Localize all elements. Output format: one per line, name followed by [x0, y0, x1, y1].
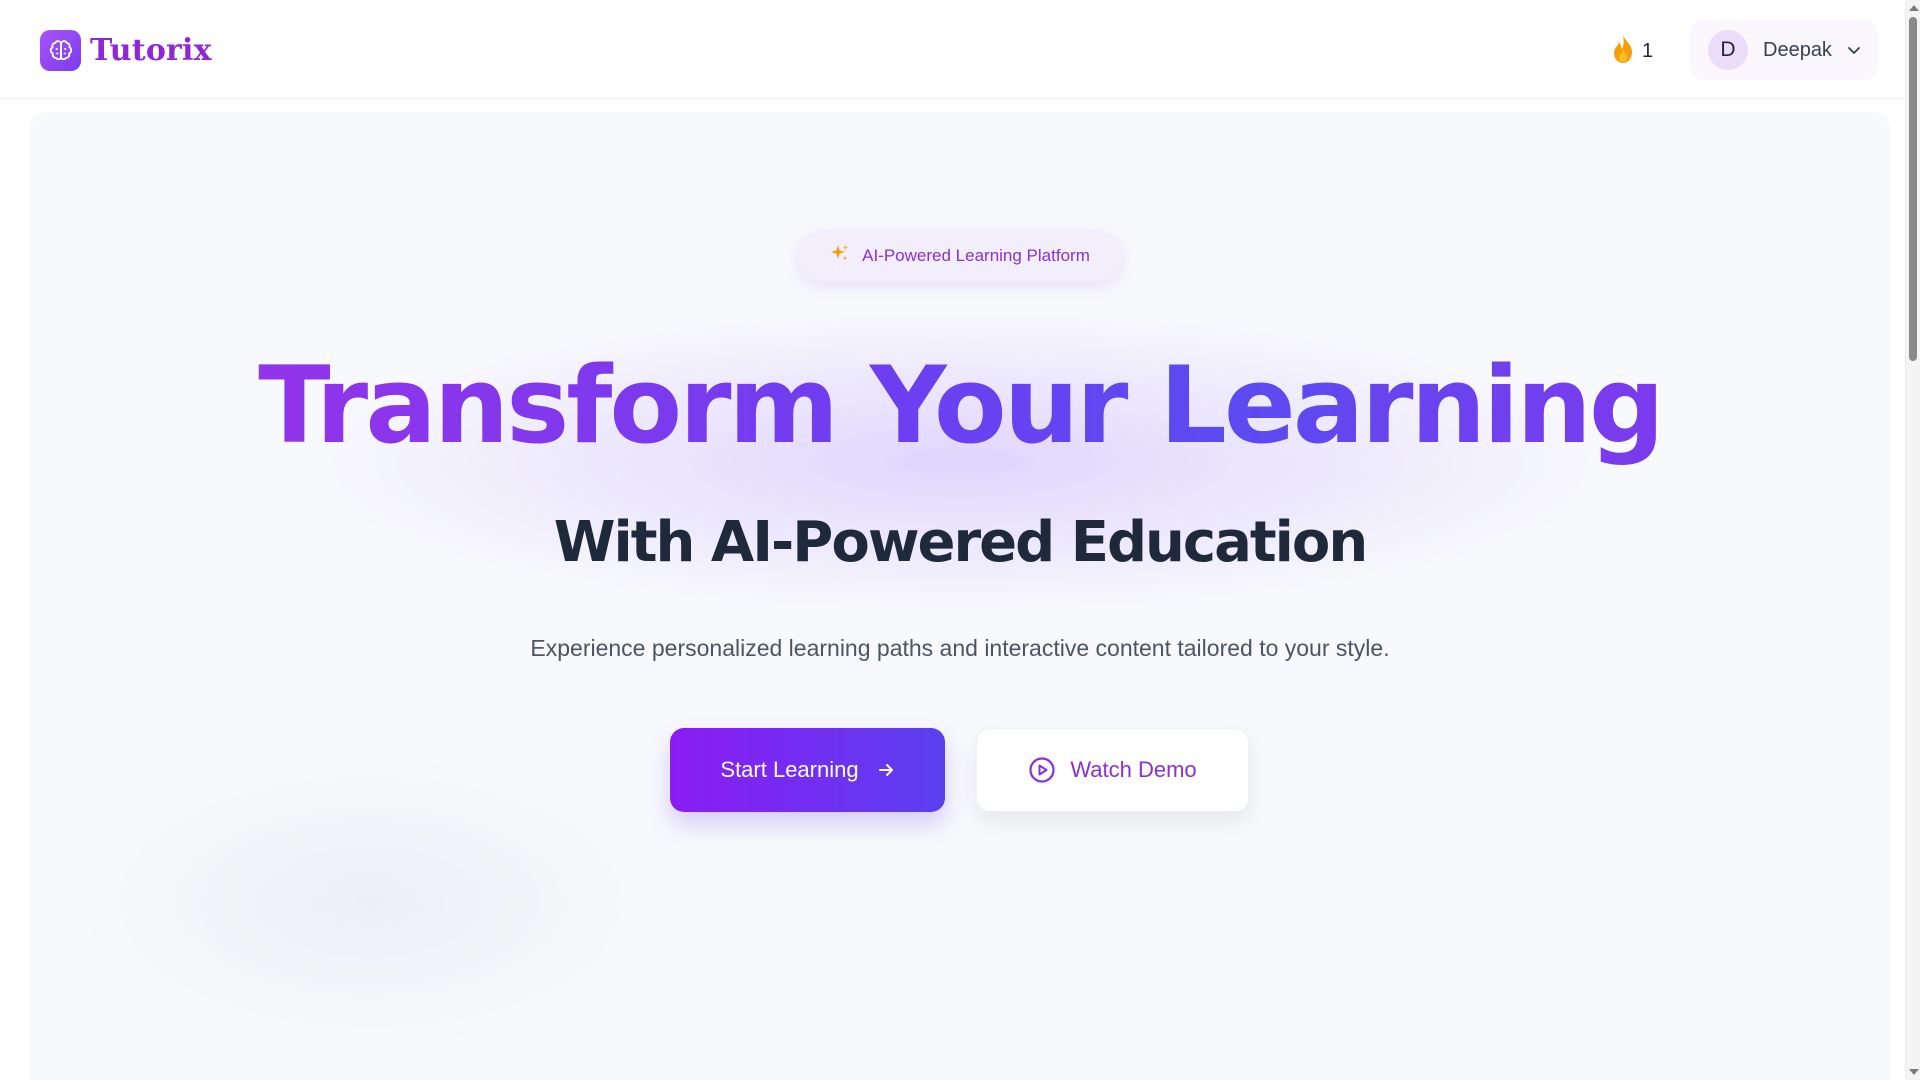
- watch-demo-label: Watch Demo: [1070, 757, 1197, 782]
- hero-title-text: Transform Your Learning: [258, 344, 1664, 467]
- chevron-down-icon: [1846, 42, 1862, 58]
- user-name: Deepak: [1763, 38, 1832, 61]
- scroll-down-arrow-icon[interactable]: [1909, 1069, 1919, 1075]
- scrollbar-thumb[interactable]: [1909, 17, 1917, 361]
- platform-badge: AI-Powered Learning Platform: [797, 230, 1123, 281]
- hero-subtitle: With AI-Powered Education: [553, 510, 1368, 575]
- brain-logo-icon: [40, 30, 81, 71]
- fire-icon: [1612, 34, 1634, 69]
- streak-counter[interactable]: 1: [1612, 34, 1653, 69]
- page: Tutorix 1 D Deepak AI-Powered Learning P…: [0, 0, 1920, 1080]
- streak-count: 1: [1642, 40, 1654, 62]
- hero-section: AI-Powered Learning Platform Transform Y…: [30, 112, 1890, 1080]
- play-circle-icon: [1028, 756, 1056, 784]
- hero-title: Transform Your Learning: [30, 350, 1890, 461]
- start-learning-button[interactable]: Start Learning: [670, 728, 945, 812]
- hero-description: Experience personalized learning paths a…: [530, 635, 1390, 661]
- hero-glow-secondary: [70, 752, 670, 1052]
- arrow-right-icon: [877, 761, 895, 779]
- brand-name: Tutorix: [90, 33, 212, 68]
- user-menu-button[interactable]: D Deepak: [1690, 20, 1878, 80]
- badge-label: AI-Powered Learning Platform: [862, 245, 1090, 265]
- watch-demo-button[interactable]: Watch Demo: [976, 728, 1249, 812]
- scroll-up-arrow-icon[interactable]: [1909, 5, 1919, 11]
- start-learning-label: Start Learning: [720, 757, 859, 782]
- avatar: D: [1708, 30, 1748, 70]
- sparkles-icon: [830, 243, 850, 268]
- brand-home-link[interactable]: Tutorix: [40, 30, 212, 71]
- page-scrollbar[interactable]: [1905, 0, 1920, 1080]
- top-navbar: Tutorix 1 D Deepak: [0, 0, 1905, 99]
